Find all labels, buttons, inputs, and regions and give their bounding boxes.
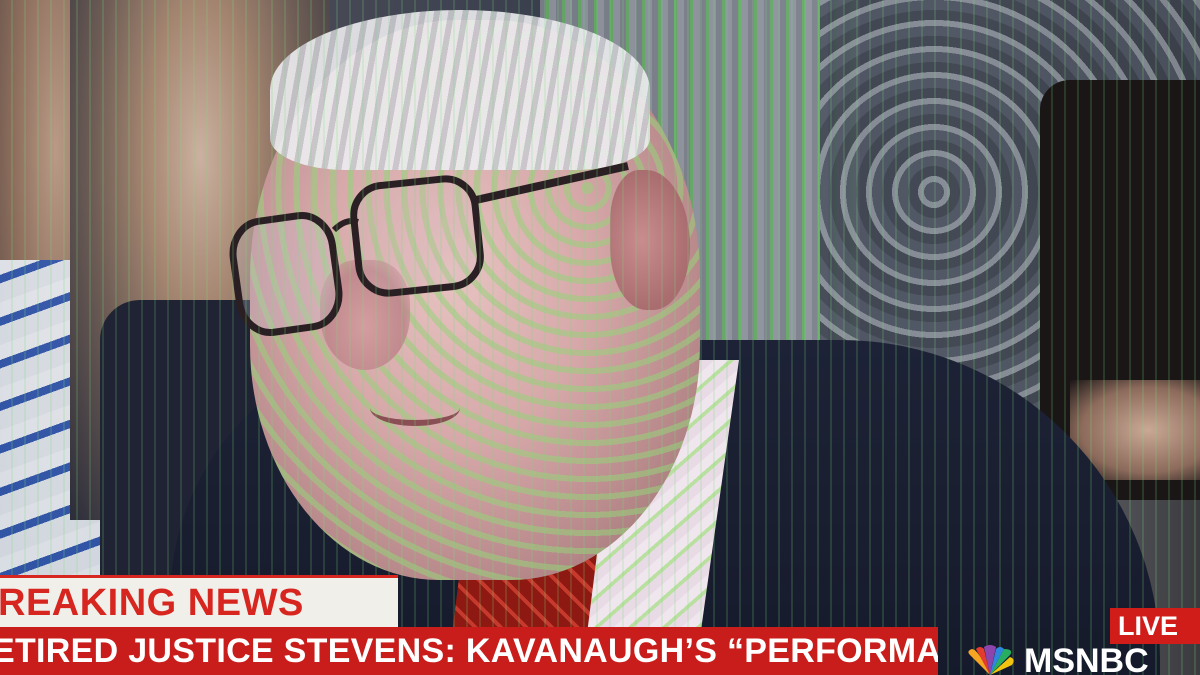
- headline-text: ETIRED JUSTICE STEVENS: KAVANAUGH’S “PER…: [0, 631, 938, 670]
- glasses-icon: [228, 160, 648, 340]
- tv-broadcast-frame: REAKING NEWS ETIRED JUSTICE STEVENS: KAV…: [0, 0, 1200, 675]
- subject-hair: [270, 10, 650, 170]
- breaking-news-label: REAKING NEWS: [0, 581, 304, 624]
- live-label: LIVE: [1118, 610, 1179, 641]
- network-logo: MSNBC: [962, 642, 1149, 675]
- live-badge: LIVE: [1110, 608, 1200, 644]
- network-name: MSNBC: [1024, 642, 1149, 675]
- subject-mouth: [370, 390, 460, 426]
- peacock-icon: [962, 645, 1018, 675]
- breaking-news-banner: REAKING NEWS: [0, 575, 398, 628]
- headline-banner: ETIRED JUSTICE STEVENS: KAVANAUGH’S “PER…: [0, 627, 938, 675]
